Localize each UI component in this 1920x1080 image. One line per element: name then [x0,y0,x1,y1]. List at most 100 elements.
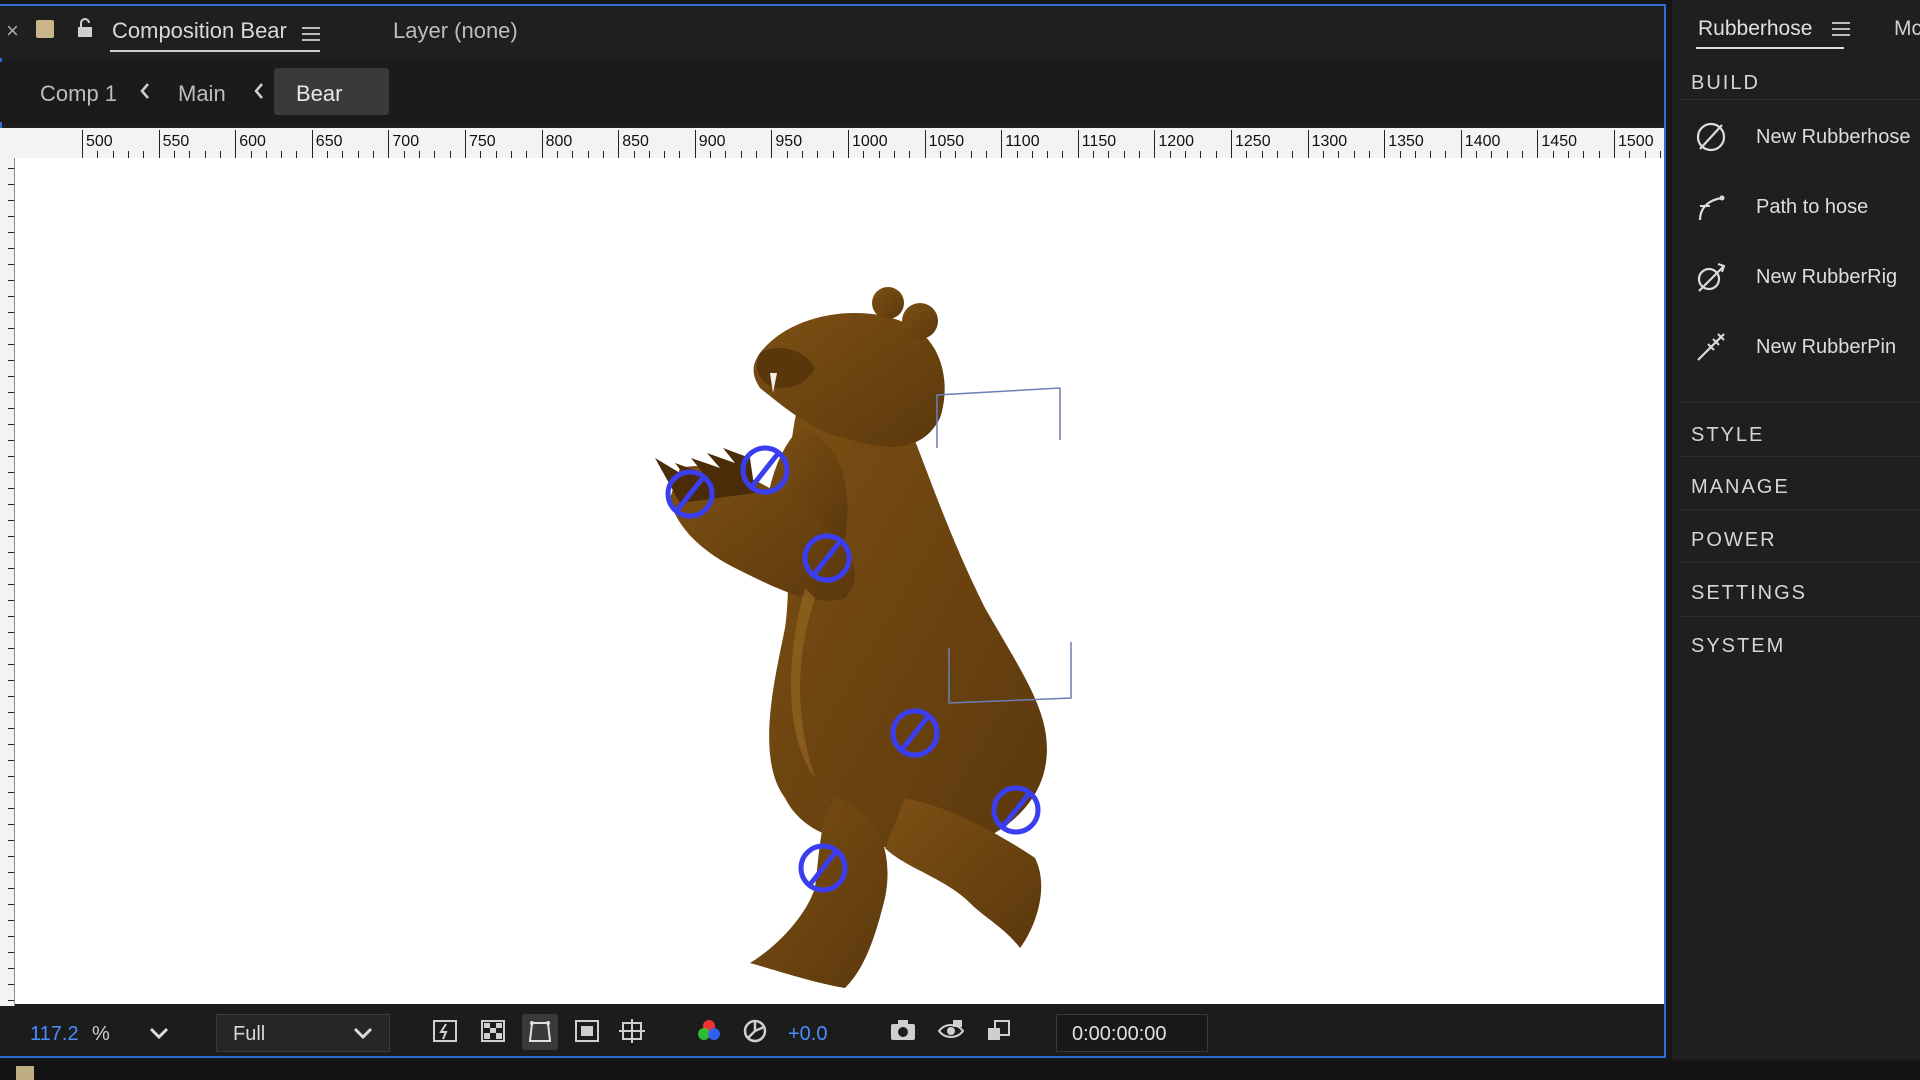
ruler-label: 700 [392,133,420,150]
ruler-minor-tick [802,151,804,158]
rubberhose-icon [1694,120,1728,159]
next-panel-tab[interactable]: Mc [1894,17,1920,41]
rubberhose-panel: Rubberhose Mc BUILD New Rubberhose Path … [1672,0,1920,1060]
new-rubberrig-label: New RubberRig [1756,266,1898,288]
channel-icon[interactable] [694,1018,724,1046]
ruler-label: 900 [698,133,726,150]
zoom-value[interactable]: 117.2 [30,1023,79,1046]
new-rubberrig-button[interactable]: New RubberRig [1686,252,1920,304]
ruler-minor-tick [985,151,987,158]
ruler-label: 1050 [928,133,965,150]
show-snapshot-icon[interactable] [936,1018,966,1046]
ruler-minor-tick [664,151,666,158]
fast-previews-icon[interactable] [430,1018,460,1046]
ruler-major-tick [771,130,773,158]
ruler-major-tick [541,130,543,158]
ruler-minor-tick [832,151,834,158]
ruler-major-tick [848,130,849,158]
vertical-ruler-tick [8,248,14,249]
ruler-minor-tick [357,151,359,158]
lock-icon[interactable] [76,18,94,38]
ruler-minor-tick [602,151,604,158]
ruler-minor-tick [1491,151,1493,158]
breadcrumb [0,62,1664,122]
vertical-ruler-tick [8,392,14,393]
ruler-label: 800 [545,133,573,150]
new-rubberpin-button[interactable]: New RubberPin [1686,322,1920,374]
color-management-icon[interactable] [740,1018,770,1046]
ruler-minor-tick [572,151,574,158]
vertical-ruler-tick [8,328,14,329]
ruler-label: 1150 [1081,133,1117,150]
ruler-minor-tick [1430,151,1432,158]
ruler-minor-tick [725,151,727,158]
ruler-minor-tick [250,151,252,158]
ruler-label: 1350 [1388,133,1424,150]
ruler-minor-tick [1093,151,1095,158]
path-to-hose-button[interactable]: Path to hose [1686,182,1920,234]
vertical-ruler-tick [8,232,14,233]
resolution-dropdown[interactable]: Full [216,1014,390,1052]
panel-menu-icon[interactable] [1832,21,1850,42]
ruler-label: 750 [469,133,496,150]
vertical-ruler-tick [8,360,14,361]
vertical-ruler-tick [8,200,14,201]
exposure-value[interactable]: +0.0 [788,1023,827,1046]
divider [1680,456,1920,457]
power-section-heading[interactable]: POWER [1691,529,1777,552]
mask-visibility-toggle[interactable] [522,1014,558,1050]
style-section-heading[interactable]: STYLE [1691,424,1764,447]
ruler-major-tick [1537,130,1539,158]
vertical-ruler-tick [8,728,14,729]
ruler-minor-tick [1353,151,1355,158]
close-tab-icon[interactable]: × [6,18,19,44]
timecode-field[interactable]: 0:00:00:00 [1056,1014,1208,1052]
ruler-minor-tick [1568,151,1570,158]
ruler-minor-tick [510,151,512,158]
system-section-heading[interactable]: SYSTEM [1691,635,1785,658]
region-of-interest-icon[interactable] [572,1018,602,1046]
divider [1680,99,1920,100]
ruler-label: 1100 [1005,133,1040,150]
breadcrumb-bear-active[interactable]: Bear [274,68,389,115]
ruler-label: 550 [162,133,190,150]
ruler-minor-tick [1139,151,1141,158]
build-section-heading[interactable]: BUILD [1691,72,1760,95]
ruler-minor-tick [955,151,957,158]
guides-icon[interactable] [618,1018,648,1046]
ruler-minor-tick [740,151,742,158]
new-rubberhose-button[interactable]: New Rubberhose [1686,112,1920,164]
composition-tab[interactable]: Composition Bear [112,18,287,44]
manage-section-heading[interactable]: MANAGE [1691,476,1790,499]
panel-menu-icon[interactable] [302,26,320,47]
ruler-minor-tick [710,151,712,158]
divider [1680,562,1920,563]
breadcrumb-bear-label: Bear [296,81,343,106]
ruler-minor-tick [970,151,972,158]
vertical-ruler-tick [8,584,14,585]
vertical-ruler-tick [8,904,14,905]
rubberhose-tab[interactable]: Rubberhose [1698,17,1812,41]
vertical-ruler-tick [8,872,14,873]
transparency-grid-icon[interactable] [478,1018,508,1046]
composition-color-swatch [16,1066,34,1080]
chevron-down-icon[interactable] [146,1022,172,1049]
ruler-minor-tick [1659,151,1661,158]
ruler-minor-tick [1215,151,1217,158]
breadcrumb-comp1[interactable]: Comp 1 [40,81,117,107]
ruler-major-tick [1231,130,1232,158]
ruler-minor-tick [633,151,635,158]
snapshot-icon[interactable] [888,1018,918,1046]
ruler-label: 1400 [1464,133,1501,150]
draft-3d-icon[interactable] [984,1018,1014,1046]
ruler-major-tick [618,130,620,158]
ruler-minor-tick [909,151,911,158]
ruler-minor-tick [893,151,895,158]
ruler-minor-tick [127,151,129,158]
composition-viewer[interactable] [15,158,1664,1004]
breadcrumb-main[interactable]: Main [178,81,226,107]
ruler-minor-tick [556,151,558,158]
ruler-minor-tick [342,151,344,158]
settings-section-heading[interactable]: SETTINGS [1691,582,1807,605]
layer-tab[interactable]: Layer (none) [393,18,518,44]
